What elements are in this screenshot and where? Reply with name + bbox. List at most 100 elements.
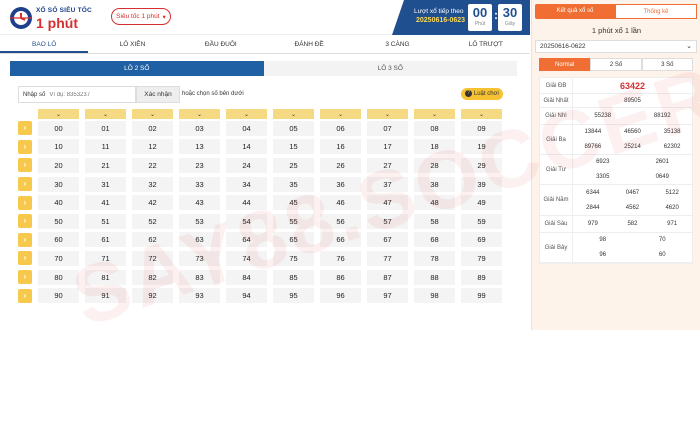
row-select-button[interactable]: › [18,214,32,229]
row-select-button[interactable]: › [18,177,32,192]
column-select-button[interactable]: ⌄ [85,109,126,119]
number-cell[interactable]: 10 [38,139,79,155]
number-cell[interactable]: 55 [273,213,314,229]
number-cell[interactable]: 80 [38,269,79,285]
results-tab-0[interactable]: Kết quả xổ số [535,4,615,19]
number-cell[interactable]: 79 [461,250,502,266]
number-cell[interactable]: 50 [38,213,79,229]
column-select-button[interactable]: ⌄ [226,109,267,119]
number-cell[interactable]: 47 [367,195,408,211]
number-cell[interactable]: 44 [226,195,267,211]
tab-4[interactable]: 3 CÀNG [353,37,441,53]
subtab-0[interactable]: LÔ 2 SỐ [10,61,264,76]
number-cell[interactable]: 77 [367,250,408,266]
mode-tab-2[interactable]: 3 Số [641,58,693,71]
number-cell[interactable]: 26 [320,157,361,173]
tab-5[interactable]: LÔ TRƯỢT [442,37,530,53]
number-cell[interactable]: 84 [226,269,267,285]
number-cell[interactable]: 00 [38,120,79,136]
rules-button[interactable]: ? Luật chơi [461,88,503,100]
number-cell[interactable]: 02 [132,120,173,136]
number-cell[interactable]: 32 [132,176,173,192]
number-cell[interactable]: 27 [367,157,408,173]
number-cell[interactable]: 15 [273,139,314,155]
number-cell[interactable]: 40 [38,195,79,211]
number-cell[interactable]: 99 [461,288,502,304]
number-cell[interactable]: 94 [226,288,267,304]
subtab-1[interactable]: LÔ 3 SỐ [263,61,517,76]
number-cell[interactable]: 88 [414,269,455,285]
column-select-button[interactable]: ⌄ [367,109,408,119]
number-cell[interactable]: 28 [414,157,455,173]
number-cell[interactable]: 21 [85,157,126,173]
number-cell[interactable]: 81 [85,269,126,285]
number-cell[interactable]: 68 [414,232,455,248]
row-select-button[interactable]: › [18,288,32,303]
logo[interactable]: XỔ SỐ SIÊU TỐC 1 phút [8,4,118,32]
number-cell[interactable]: 34 [226,176,267,192]
number-cell[interactable]: 35 [273,176,314,192]
number-cell[interactable]: 22 [132,157,173,173]
number-cell[interactable]: 96 [320,288,361,304]
column-select-button[interactable]: ⌄ [461,109,502,119]
number-cell[interactable]: 61 [85,232,126,248]
number-cell[interactable]: 83 [179,269,220,285]
number-cell[interactable]: 49 [461,195,502,211]
number-cell[interactable]: 01 [85,120,126,136]
number-cell[interactable]: 39 [461,176,502,192]
number-cell[interactable]: 33 [179,176,220,192]
number-cell[interactable]: 30 [38,176,79,192]
number-cell[interactable]: 92 [132,288,173,304]
number-cell[interactable]: 37 [367,176,408,192]
number-cell[interactable]: 64 [226,232,267,248]
number-cell[interactable]: 82 [132,269,173,285]
number-cell[interactable]: 25 [273,157,314,173]
number-cell[interactable]: 38 [414,176,455,192]
number-cell[interactable]: 67 [367,232,408,248]
number-cell[interactable]: 23 [179,157,220,173]
results-tab-1[interactable]: Thống kê [615,4,697,19]
number-cell[interactable]: 63 [179,232,220,248]
number-cell[interactable]: 57 [367,213,408,229]
number-cell[interactable]: 71 [85,250,126,266]
number-cell[interactable]: 69 [461,232,502,248]
number-cell[interactable]: 04 [226,120,267,136]
number-cell[interactable]: 62 [132,232,173,248]
number-cell[interactable]: 17 [367,139,408,155]
number-cell[interactable]: 65 [273,232,314,248]
column-select-button[interactable]: ⌄ [273,109,314,119]
tab-2[interactable]: ĐẦU ĐUÔI [177,37,265,53]
number-cell[interactable]: 76 [320,250,361,266]
number-cell[interactable]: 72 [132,250,173,266]
number-cell[interactable]: 41 [85,195,126,211]
number-cell[interactable]: 73 [179,250,220,266]
number-cell[interactable]: 29 [461,157,502,173]
tab-0[interactable]: BAO LÔ [0,37,89,53]
number-cell[interactable]: 58 [414,213,455,229]
number-cell[interactable]: 42 [132,195,173,211]
column-select-button[interactable]: ⌄ [132,109,173,119]
number-cell[interactable]: 18 [414,139,455,155]
number-cell[interactable]: 93 [179,288,220,304]
number-cell[interactable]: 86 [320,269,361,285]
tab-1[interactable]: LÔ XIÊN [88,37,176,53]
confirm-button[interactable]: Xác nhận [136,86,180,103]
number-cell[interactable]: 09 [461,120,502,136]
number-cell[interactable]: 31 [85,176,126,192]
number-cell[interactable]: 66 [320,232,361,248]
number-cell[interactable]: 08 [414,120,455,136]
number-cell[interactable]: 54 [226,213,267,229]
tab-3[interactable]: ĐÁNH ĐỀ [265,37,353,53]
row-select-button[interactable]: › [18,270,32,285]
row-select-button[interactable]: › [18,158,32,173]
number-cell[interactable]: 16 [320,139,361,155]
number-cell[interactable]: 98 [414,288,455,304]
number-cell[interactable]: 45 [273,195,314,211]
number-cell[interactable]: 90 [38,288,79,304]
number-cell[interactable]: 52 [132,213,173,229]
number-cell[interactable]: 14 [226,139,267,155]
number-cell[interactable]: 87 [367,269,408,285]
row-select-button[interactable]: › [18,121,32,136]
number-cell[interactable]: 95 [273,288,314,304]
number-cell[interactable]: 48 [414,195,455,211]
